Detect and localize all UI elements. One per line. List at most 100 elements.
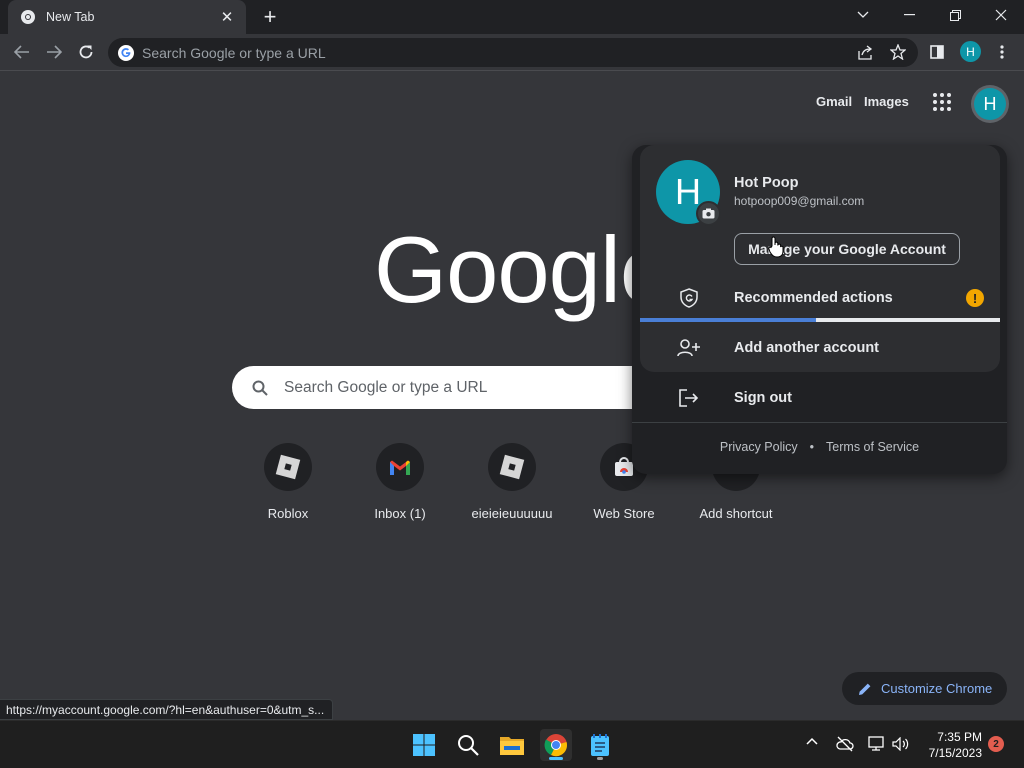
minimize-button[interactable] xyxy=(886,0,932,30)
reload-icon xyxy=(79,45,93,59)
shortcut-tile[interactable]: eieieieuuuuuu xyxy=(456,443,568,521)
gmail-link[interactable]: Gmail xyxy=(816,94,852,109)
more-vert-icon xyxy=(1000,45,1004,59)
forward-button[interactable] xyxy=(40,38,68,66)
add-account-row[interactable]: Add another account xyxy=(640,328,1000,368)
account-name: Hot Poop xyxy=(734,175,799,191)
tab-strip: New Tab ✕ + xyxy=(0,0,1024,34)
new-tab-button[interactable]: + xyxy=(258,4,282,29)
bookmark-star-button[interactable] xyxy=(884,38,912,66)
footer-separator: • xyxy=(809,440,815,454)
running-indicator xyxy=(597,757,603,760)
popup-divider xyxy=(632,422,1007,423)
avatar: H xyxy=(974,88,1006,120)
back-button[interactable] xyxy=(8,38,36,66)
windows-icon xyxy=(413,734,435,756)
arrow-right-icon xyxy=(47,45,62,59)
clock-date: 7/15/2023 xyxy=(928,746,982,760)
toolbar: Search Google or type a URL xyxy=(0,34,1024,71)
google-apps-button[interactable] xyxy=(930,90,954,114)
file-explorer-button[interactable] xyxy=(496,729,528,761)
customize-chrome-label: Customize Chrome xyxy=(881,681,993,696)
account-email: hotpoop009@gmail.com xyxy=(734,194,865,208)
shortcut-tile[interactable]: Inbox (1) xyxy=(344,443,456,521)
sign-out-icon xyxy=(676,385,702,411)
warning-icon: ! xyxy=(966,289,984,307)
shield-icon xyxy=(676,285,702,311)
close-tab-icon[interactable]: ✕ xyxy=(218,8,236,26)
active-indicator xyxy=(549,757,563,760)
roblox-icon xyxy=(275,454,301,480)
add-person-icon xyxy=(676,335,702,361)
start-button[interactable] xyxy=(408,729,440,761)
chrome-menu-button[interactable] xyxy=(988,38,1016,66)
terms-of-service-link[interactable]: Terms of Service xyxy=(826,440,919,454)
shortcut-label: Roblox xyxy=(267,506,309,521)
notification-badge[interactable]: 2 xyxy=(988,736,1004,752)
clock-time: 7:35 PM xyxy=(937,730,982,744)
folder-icon xyxy=(500,737,524,755)
shortcut-tile[interactable]: Roblox xyxy=(232,443,344,521)
images-link[interactable]: Images xyxy=(864,94,909,109)
chevron-down-icon xyxy=(857,11,869,18)
account-avatar-button[interactable]: H xyxy=(971,85,1009,123)
shortcut-icon-wrap xyxy=(376,443,424,491)
tab-new-tab[interactable]: New Tab ✕ xyxy=(8,0,246,34)
tab-search-button[interactable] xyxy=(840,0,886,30)
shortcut-label: Add shortcut xyxy=(699,506,773,521)
add-account-label: Add another account xyxy=(734,340,880,356)
search-placeholder: Search Google or type a URL xyxy=(284,378,488,396)
popup-footer: Privacy Policy • Terms of Service xyxy=(632,440,1007,454)
progress-fill xyxy=(640,318,817,322)
pencil-icon xyxy=(859,683,871,695)
status-bubble-url: https://myaccount.google.com/?hl=en&auth… xyxy=(0,699,334,720)
search-icon xyxy=(252,380,268,396)
tab-title: New Tab xyxy=(46,10,95,24)
side-panel-icon xyxy=(930,45,944,59)
restore-button[interactable] xyxy=(932,0,978,30)
customize-chrome-button[interactable]: Customize Chrome xyxy=(842,672,1007,705)
share-icon xyxy=(858,44,873,60)
omnibox-placeholder: Search Google or type a URL xyxy=(142,44,326,61)
shortcut-label: Inbox (1) xyxy=(374,506,426,521)
omnibox[interactable]: Search Google or type a URL xyxy=(108,38,918,67)
recommended-actions-label: Recommended actions xyxy=(734,290,893,306)
chevron-up-icon[interactable] xyxy=(806,737,818,745)
camera-icon xyxy=(702,208,715,219)
change-photo-button[interactable] xyxy=(696,201,721,226)
volume-icon[interactable] xyxy=(892,737,910,751)
recommended-progress-bar xyxy=(640,318,1000,322)
close-icon xyxy=(995,9,1007,21)
minimize-icon xyxy=(903,14,915,16)
network-icon[interactable] xyxy=(868,736,886,752)
chrome-taskbar-button[interactable] xyxy=(540,729,572,761)
chrome-icon xyxy=(544,734,567,757)
notepad-icon xyxy=(591,734,609,756)
taskbar-search-button[interactable] xyxy=(452,729,484,761)
chrome-icon xyxy=(21,10,35,24)
profile-button[interactable]: H xyxy=(960,41,981,62)
shortcut-label: Web Store xyxy=(593,506,655,521)
roblox-icon xyxy=(499,454,525,480)
sign-out-row[interactable]: Sign out xyxy=(640,378,1000,418)
star-icon xyxy=(890,44,906,60)
shortcut-icon-wrap xyxy=(264,443,312,491)
shortcut-label: eieieieuuuuuu xyxy=(471,506,553,521)
google-logo-text: Google xyxy=(374,217,633,322)
taskbar-clock[interactable]: 7:35 PM 7/15/2023 xyxy=(918,729,982,761)
ntp-search-box[interactable]: Search Google or type a URL xyxy=(232,366,632,409)
notepad-button[interactable] xyxy=(584,729,616,761)
shortcut-icon-wrap xyxy=(488,443,536,491)
share-button[interactable] xyxy=(852,38,880,66)
close-window-button[interactable] xyxy=(978,0,1024,30)
hand-cursor-icon xyxy=(768,236,784,258)
reload-button[interactable] xyxy=(72,38,100,66)
google-logo: Google xyxy=(360,210,633,340)
sign-out-label: Sign out xyxy=(734,390,792,406)
side-panel-button[interactable] xyxy=(923,38,951,66)
recommended-actions-row[interactable]: Recommended actions ! xyxy=(640,278,1000,318)
taskbar xyxy=(0,720,1024,768)
cloud-off-icon[interactable] xyxy=(836,736,854,752)
arrow-left-icon xyxy=(14,45,29,59)
privacy-policy-link[interactable]: Privacy Policy xyxy=(720,440,798,454)
